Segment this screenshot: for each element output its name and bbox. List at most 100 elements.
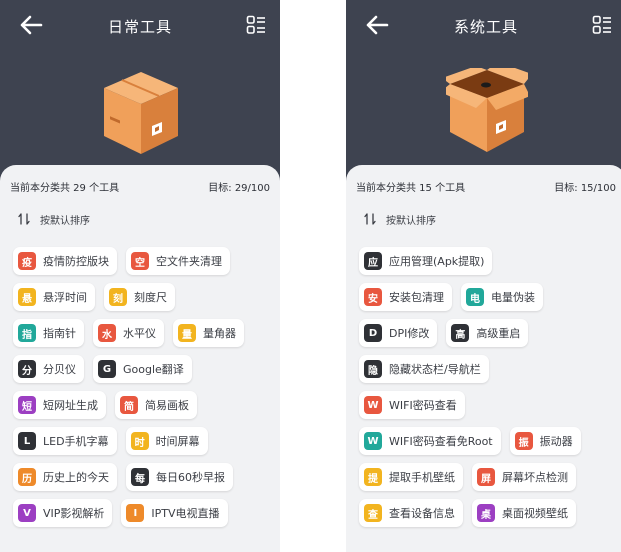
tool-label: LED手机字幕: [43, 435, 109, 448]
tool-badge-icon: W: [364, 396, 382, 414]
tool-badge-icon: G: [98, 360, 116, 378]
closed-box-illustration: [104, 72, 178, 154]
tool-label: 时间屏幕: [155, 435, 200, 448]
tool-badge-icon: 指: [18, 324, 36, 342]
tool-label: 查看设备信息: [389, 507, 455, 520]
tool-chip[interactable]: 提提取手机壁纸: [359, 463, 463, 491]
tool-badge-icon: 历: [18, 468, 36, 486]
tool-label: 桌面视频壁纸: [502, 507, 568, 520]
sort-toggle[interactable]: 按默认排序: [18, 211, 90, 227]
tool-chip[interactable]: 历历史上的今天: [13, 463, 117, 491]
tool-chip[interactable]: W WIFI密码查看: [359, 391, 465, 419]
tool-chip[interactable]: 刻刻度尺: [104, 283, 175, 311]
tool-chip[interactable]: G Google翻译: [93, 355, 192, 383]
tool-label: 应用管理(Apk提取): [389, 255, 485, 268]
tool-row: 应应用管理(Apk提取): [359, 247, 621, 275]
grid-list-icon[interactable]: [246, 15, 266, 35]
tool-label: IPTV电视直播: [151, 507, 220, 520]
tool-chip[interactable]: 查查看设备信息: [359, 499, 463, 527]
tool-chip-list: 应应用管理(Apk提取) 安安装包清理电电量伪装 D DPI修改高高级重启隐隐藏状态栏…: [359, 247, 621, 535]
tool-chip[interactable]: V VIP影视解析: [13, 499, 113, 527]
tool-badge-icon: 桌: [477, 504, 495, 522]
tool-badge-icon: 每: [131, 468, 149, 486]
tool-badge-icon: 量: [178, 324, 196, 342]
tool-label: 疫情防控版块: [43, 255, 109, 268]
target-progress-text: 目标: 15/100: [554, 183, 616, 194]
tool-badge-icon: V: [18, 504, 36, 522]
tool-badge-icon: 应: [364, 252, 382, 270]
tool-label: 空文件夹清理: [156, 255, 222, 268]
tool-badge-icon: W: [364, 432, 382, 450]
tool-chip[interactable]: 空空文件夹清理: [126, 247, 230, 275]
tool-chip[interactable]: 桌桌面视频壁纸: [472, 499, 576, 527]
tool-badge-icon: 查: [364, 504, 382, 522]
tool-chip[interactable]: 高高级重启: [446, 319, 529, 347]
tools-panel: 当前本分类共 15 个工具 目标: 15/100 按默认排序 应应用管理(Apk…: [346, 165, 621, 552]
tool-label: 刻度尺: [134, 291, 167, 304]
tool-chip[interactable]: 量量角器: [173, 319, 244, 347]
grid-list-icon[interactable]: [592, 15, 612, 35]
tool-label: 高级重启: [476, 327, 521, 340]
tool-chip[interactable]: 应应用管理(Apk提取): [359, 247, 493, 275]
tool-badge-icon: 空: [131, 252, 149, 270]
stats-bar: 当前本分类共 15 个工具 目标: 15/100: [356, 179, 616, 194]
tool-chip[interactable]: 疫疫情防控版块: [13, 247, 117, 275]
tool-label: 简易画板: [145, 399, 189, 412]
tool-label: DPI修改: [389, 327, 430, 340]
tool-chip[interactable]: W WIFI密码查看免Root: [359, 427, 501, 455]
page-title: 日常工具: [107, 18, 172, 36]
tool-chip[interactable]: L LED手机字幕: [13, 427, 117, 455]
tool-badge-icon: 短: [18, 396, 36, 414]
tool-row: D DPI修改 高高级重启: [359, 319, 621, 347]
top-bar: 系统工具: [346, 0, 621, 52]
tool-label: 振动器: [539, 435, 573, 448]
tool-row: 安安装包清理电电量伪装: [359, 283, 621, 311]
tool-chip-list: 疫疫情防控版块空空文件夹清理悬悬浮时间刻刻度尺指指南针水水平仪量量角器分分贝仪 G…: [13, 247, 280, 535]
tool-label: 量角器: [203, 327, 236, 340]
tool-row: 分分贝仪 G Google翻译: [13, 355, 280, 383]
tool-chip[interactable]: 安安装包清理: [359, 283, 452, 311]
system-tools-screen: 系统工具 当前本分类共 15 个工具 目标: 15/100 按默认排序 应 应用…: [346, 0, 621, 552]
tool-row: L LED手机字幕 时时间屏幕: [13, 427, 280, 455]
tool-count-text: 当前本分类共 29 个工具: [10, 183, 120, 194]
sort-label: 按默认排序: [40, 215, 90, 227]
sort-toggle[interactable]: 按默认排序: [364, 211, 436, 227]
tool-chip[interactable]: I IPTV电视直播: [121, 499, 228, 527]
tool-row: 查查看设备信息桌桌面视频壁纸: [359, 499, 621, 527]
top-bar: 日常工具: [0, 0, 280, 52]
tool-chip[interactable]: 悬悬浮时间: [13, 283, 95, 311]
tool-label: 隐藏状态栏/导航栏: [389, 363, 481, 376]
tool-badge-icon: 提: [364, 468, 382, 486]
tool-chip[interactable]: 电电量伪装: [461, 283, 543, 311]
tool-row: V VIP影视解析 I IPTV电视直播: [13, 499, 280, 527]
tool-row: 历历史上的今天每每日60秒早报: [13, 463, 280, 491]
tool-row: 疫疫情防控版块空空文件夹清理: [13, 247, 280, 275]
tool-chip[interactable]: 每每日60秒早报: [126, 463, 233, 491]
tool-badge-icon: 电: [466, 288, 484, 306]
tool-label: 指南针: [43, 327, 76, 340]
tool-chip[interactable]: 指指南针: [13, 319, 84, 347]
tool-label: 分贝仪: [43, 363, 76, 376]
tool-count-text: 当前本分类共 15 个工具: [356, 183, 466, 194]
tool-chip[interactable]: 短短网址生成: [13, 391, 106, 419]
tool-row: 指指南针水水平仪量量角器: [13, 319, 280, 347]
open-box-illustration: [446, 68, 528, 152]
tool-label: Google翻译: [123, 363, 184, 376]
tool-chip[interactable]: D DPI修改: [359, 319, 438, 347]
tool-chip[interactable]: 分分贝仪: [13, 355, 84, 383]
tool-chip[interactable]: 隐隐藏状态栏/导航栏: [359, 355, 489, 383]
tool-row: W WIFI密码查看: [359, 391, 621, 419]
tool-chip[interactable]: 简简易画板: [115, 391, 197, 419]
tool-chip[interactable]: 屏屏幕坏点检测: [472, 463, 576, 491]
tool-label: 电量伪装: [491, 291, 535, 304]
tools-panel: 当前本分类共 29 个工具 目标: 29/100 按默认排序 疫疫情防控版块空空…: [0, 165, 280, 552]
tool-badge-icon: 振: [514, 432, 533, 450]
tool-chip[interactable]: 振振动器: [509, 427, 581, 455]
tool-chip[interactable]: 水水平仪: [93, 319, 164, 347]
tool-badge-icon: 分: [18, 360, 36, 378]
tool-chip[interactable]: 时时间屏幕: [125, 427, 208, 455]
tool-badge-icon: 安: [364, 288, 382, 306]
tool-badge-icon: 简: [120, 396, 138, 414]
sort-arrows-icon: [18, 213, 30, 225]
tool-label: 安装包清理: [389, 291, 444, 304]
